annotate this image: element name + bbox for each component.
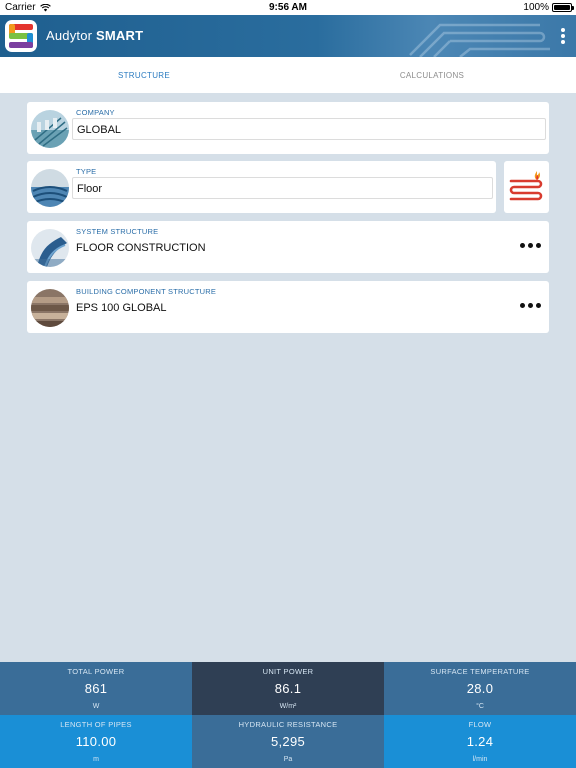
battery-status: 100% bbox=[523, 2, 574, 13]
stat-flow[interactable]: FLOW 1.24 l/min bbox=[384, 715, 576, 768]
building-component-value: EPS 100 GLOBAL bbox=[76, 302, 167, 314]
company-thumbnail bbox=[31, 110, 69, 148]
battery-icon bbox=[552, 3, 574, 12]
stat-value: 5,295 bbox=[270, 734, 306, 749]
stat-value: 861 bbox=[84, 681, 108, 696]
stat-label: FLOW bbox=[468, 720, 492, 729]
company-field[interactable]: GLOBAL bbox=[72, 118, 546, 140]
tab-calculations[interactable]: CALCULATIONS bbox=[288, 57, 576, 93]
app-title-bold: SMART bbox=[96, 28, 144, 43]
system-structure-card[interactable]: SYSTEM STRUCTURE FLOOR CONSTRUCTION bbox=[27, 221, 549, 273]
stat-unit: l/min bbox=[472, 756, 488, 763]
app-title: Audytor SMART bbox=[46, 28, 143, 43]
results-panel: TOTAL POWER 861 W UNIT POWER 86.1 W/m² S… bbox=[0, 662, 576, 768]
stat-value: 1.24 bbox=[466, 734, 494, 749]
status-bar: Carrier 9:56 AM 100% bbox=[0, 0, 576, 15]
more-options-icon[interactable] bbox=[520, 303, 541, 308]
type-field[interactable]: Floor bbox=[72, 177, 493, 199]
company-label: COMPANY bbox=[76, 108, 115, 117]
battery-percent: 100% bbox=[523, 2, 549, 13]
clock: 9:56 AM bbox=[269, 2, 307, 13]
stat-unit: Pa bbox=[283, 756, 293, 763]
system-structure-label: SYSTEM STRUCTURE bbox=[76, 227, 159, 236]
floor-heating-icon bbox=[509, 171, 543, 201]
type-thumbnail bbox=[31, 169, 69, 207]
building-component-label: BUILDING COMPONENT STRUCTURE bbox=[76, 287, 217, 296]
stat-surface-temperature[interactable]: SURFACE TEMPERATURE 28.0 °C bbox=[384, 662, 576, 715]
app-title-prefix: Audytor bbox=[46, 28, 93, 43]
stat-value: 86.1 bbox=[274, 681, 302, 696]
audytor-logo[interactable] bbox=[5, 20, 37, 52]
system-structure-value: FLOOR CONSTRUCTION bbox=[76, 242, 206, 254]
stat-unit: W/m² bbox=[279, 703, 297, 710]
stat-value: 110.00 bbox=[75, 734, 117, 749]
stat-hydraulic-resistance[interactable]: HYDRAULIC RESISTANCE 5,295 Pa bbox=[192, 715, 384, 768]
stat-total-power[interactable]: TOTAL POWER 861 W bbox=[0, 662, 192, 715]
building-component-card[interactable]: BUILDING COMPONENT STRUCTURE EPS 100 GLO… bbox=[27, 281, 549, 333]
stat-unit: m bbox=[93, 756, 99, 763]
audytor-s-logo-icon bbox=[7, 22, 35, 50]
pipe-pattern-decoration bbox=[409, 23, 550, 57]
stat-unit: W bbox=[92, 703, 100, 710]
stat-unit: °C bbox=[476, 703, 484, 710]
type-card[interactable]: TYPE Floor bbox=[27, 161, 496, 213]
stat-label: SURFACE TEMPERATURE bbox=[430, 667, 530, 676]
stat-label: HYDRAULIC RESISTANCE bbox=[238, 720, 338, 729]
heating-type-button[interactable] bbox=[504, 161, 549, 213]
stat-length-of-pipes[interactable]: LENGTH OF PIPES 110.00 m bbox=[0, 715, 192, 768]
company-card[interactable]: COMPANY GLOBAL bbox=[27, 102, 549, 154]
app-header: Audytor SMART bbox=[0, 15, 576, 57]
system-structure-thumbnail bbox=[31, 229, 69, 267]
kebab-menu-icon[interactable] bbox=[560, 28, 566, 44]
stat-value: 28.0 bbox=[466, 681, 494, 696]
stat-unit-power[interactable]: UNIT POWER 86.1 W/m² bbox=[192, 662, 384, 715]
stat-label: UNIT POWER bbox=[262, 667, 314, 676]
building-component-thumbnail bbox=[31, 289, 69, 327]
more-options-icon[interactable] bbox=[520, 243, 541, 248]
type-label: TYPE bbox=[76, 167, 97, 176]
tab-structure[interactable]: STRUCTURE bbox=[0, 57, 288, 93]
tab-bar: STRUCTURE CALCULATIONS bbox=[0, 57, 576, 93]
stat-label: TOTAL POWER bbox=[67, 667, 125, 676]
stat-label: LENGTH OF PIPES bbox=[60, 720, 132, 729]
